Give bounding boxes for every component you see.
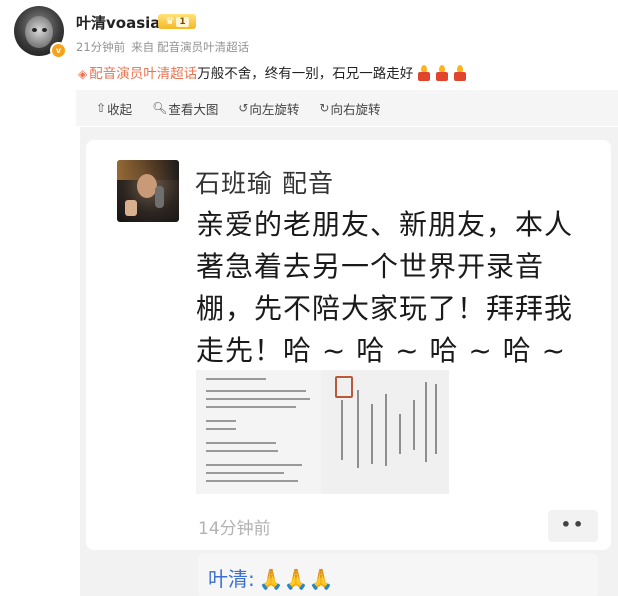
card-time: 14分钟前 bbox=[198, 519, 271, 539]
rotate-left-button[interactable]: ↺ 向左旋转 bbox=[238, 99, 299, 118]
post-body: 万般不舍，终有一别，石兄一路走好 bbox=[197, 66, 414, 82]
verified-badge-icon: v bbox=[50, 42, 67, 59]
rotate-left-label: 向左旋转 bbox=[249, 101, 300, 117]
avatar-eye bbox=[42, 28, 47, 32]
view-large-button[interactable]: 🔍︎ 查看大图 bbox=[152, 99, 218, 118]
candle-icon bbox=[453, 65, 467, 81]
farewell-message: 亲爱的老朋友、新朋友，本人著急着去另一个世界开录音棚，先不陪大家玩了！拜拜我走先… bbox=[196, 208, 574, 367]
reply-comment: 叶清: 🙏🙏🙏 bbox=[208, 563, 333, 592]
post-time[interactable]: 21分钟前 bbox=[76, 40, 125, 54]
post-text: ◈ 配音演员叶清超话万般不舍，终有一别，石兄一路走好 bbox=[78, 62, 467, 82]
more-button[interactable]: •• bbox=[548, 510, 598, 542]
rotate-right-button[interactable]: ↻ 向右旋转 bbox=[319, 99, 380, 118]
supertopic-tag[interactable]: 配音演员叶清超话 bbox=[89, 66, 197, 82]
post-meta: 21分钟前 来自 配音演员叶清超话 bbox=[76, 39, 255, 55]
source-link[interactable]: 配音演员叶清超话 bbox=[157, 40, 249, 54]
username[interactable]: 叶清voasia bbox=[76, 12, 160, 33]
rotate-right-label: 向右旋转 bbox=[330, 101, 381, 117]
avatar-eye bbox=[32, 28, 37, 32]
author-photo bbox=[117, 160, 179, 222]
rank-level: 1 bbox=[176, 16, 189, 27]
image-toolbar: ⇧ 收起 🔍︎ 查看大图 ↺ 向左旋转 ↻ 向右旋转 bbox=[76, 90, 618, 126]
rank-badge[interactable]: ♛ 1 bbox=[158, 14, 196, 29]
supertopic-icon: ◈ bbox=[78, 67, 88, 81]
obituary-card-thumbnail bbox=[321, 370, 449, 494]
magnify-icon: 🔍︎ bbox=[152, 101, 168, 115]
view-large-label: 查看大图 bbox=[168, 101, 219, 117]
arrow-up-icon: ⇧ bbox=[96, 101, 107, 115]
rotate-left-icon: ↺ bbox=[238, 101, 249, 115]
source-label: 来自 bbox=[131, 40, 155, 54]
collapse-label: 收起 bbox=[107, 101, 133, 117]
reply-author: 叶清: bbox=[208, 567, 255, 591]
pray-emoji: 🙏🙏🙏 bbox=[258, 567, 334, 591]
rotate-right-icon: ↻ bbox=[319, 101, 330, 115]
card-author-name: 石班瑜 配音 bbox=[195, 169, 334, 198]
candle-icon bbox=[435, 65, 449, 81]
collapse-button[interactable]: ⇧ 收起 bbox=[96, 99, 132, 118]
obituary-thumbnail bbox=[196, 370, 321, 494]
candle-icon bbox=[417, 65, 431, 81]
crown-icon: ♛ bbox=[165, 16, 175, 27]
avatar-face bbox=[25, 16, 53, 48]
